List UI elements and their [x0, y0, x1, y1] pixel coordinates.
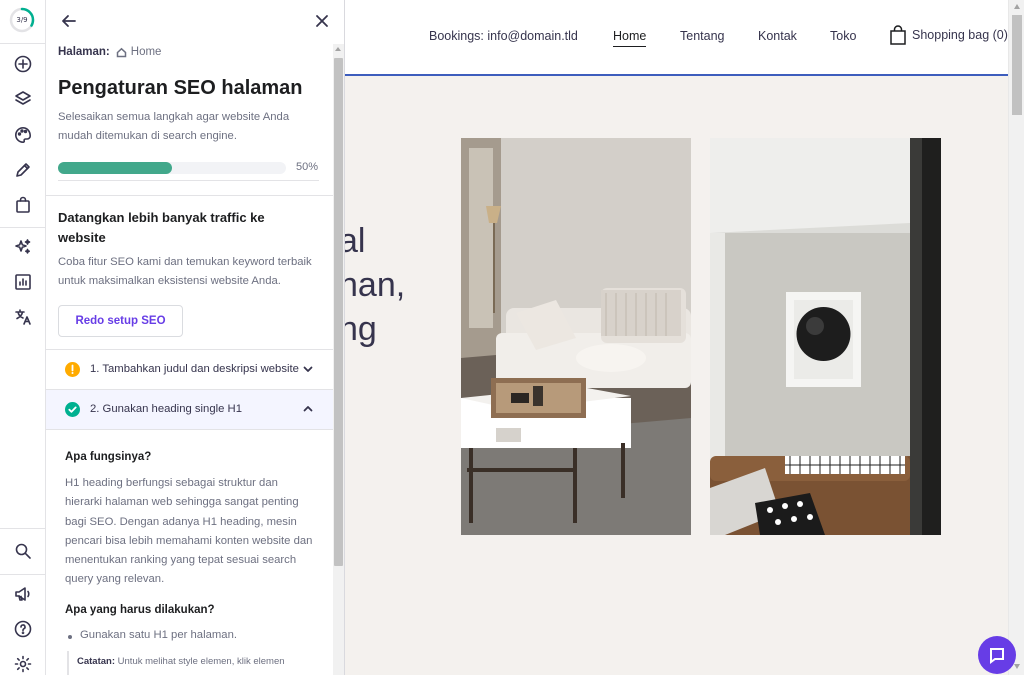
panel-scrollbar[interactable] [333, 44, 344, 675]
help-icon[interactable] [13, 619, 33, 639]
scroll-up-arrow-icon[interactable] [1014, 4, 1020, 9]
chevron-down-icon [302, 363, 314, 375]
translate-icon[interactable] [13, 307, 33, 327]
step-label: 2. Gunakan heading single H1 [90, 403, 242, 415]
todo-text: Gunakan satu H1 per halaman. [80, 629, 237, 641]
nav-shop[interactable]: Toko [830, 29, 856, 43]
nav-about[interactable]: Tentang [680, 29, 724, 43]
what-description: H1 heading berfungsi sebagai struktur da… [65, 477, 313, 586]
pencil-icon[interactable] [13, 160, 33, 180]
divider [0, 574, 45, 575]
seo-settings-panel: Halaman: Home Pengaturan SEO halaman Sel… [46, 0, 345, 675]
bullet-dot [68, 635, 72, 639]
ai-sparkle-icon[interactable] [13, 237, 33, 257]
megaphone-icon[interactable] [13, 584, 33, 604]
scroll-down-arrow-icon[interactable] [1014, 664, 1020, 669]
palette-icon[interactable] [13, 125, 33, 145]
nav-contact[interactable]: Kontak [758, 29, 797, 43]
close-icon[interactable] [312, 11, 332, 31]
back-arrow-icon[interactable] [59, 11, 79, 31]
panel-title: Pengaturan SEO halaman [58, 77, 303, 99]
breadcrumb: Halaman: Home [58, 46, 161, 58]
scroll-up-arrow-icon[interactable] [335, 47, 341, 51]
site-header: Bookings: info@domain.tld Home Tentang K… [345, 0, 1008, 76]
page-scrollbar-thumb[interactable] [1012, 15, 1022, 115]
redo-seo-setup-button[interactable]: Redo setup SEO [58, 305, 183, 337]
seo-progress-percent: 50% [296, 161, 319, 173]
nav-home[interactable]: Home [613, 29, 647, 47]
search-icon[interactable] [13, 541, 33, 561]
divider [0, 528, 45, 529]
todo-heading: Apa yang harus dilakukan? [65, 604, 215, 616]
check-circle-icon [65, 402, 80, 417]
live-chat-button[interactable] [978, 636, 1016, 674]
step-item-title-description[interactable]: 1. Tambahkan judul dan deskripsi website [46, 350, 333, 390]
note-text: Untuk melihat style elemen, klik elemen [117, 656, 285, 667]
wall-art-photo [710, 138, 941, 535]
note-box: Catatan: Untuk melihat style elemen, kli… [67, 651, 325, 675]
layers-icon[interactable] [13, 89, 33, 109]
page-scrollbar[interactable] [1008, 0, 1024, 675]
step-label: 1. Tambahkan judul dan deskripsi website [90, 363, 299, 375]
warning-icon [65, 362, 80, 377]
progress-ring-label: 3/9 [16, 16, 28, 24]
shopping-bag-label: Shopping bag (0) [912, 28, 1008, 42]
step-item-single-h1[interactable]: 2. Gunakan heading single H1 [46, 390, 333, 430]
editor-sidebar: 3/9 [0, 0, 46, 675]
traffic-description: Coba fitur SEO kami dan temukan keyword … [58, 256, 312, 287]
seo-progress-fill [58, 162, 172, 174]
seo-progress-bar [58, 162, 286, 174]
bag-icon [890, 25, 906, 45]
breadcrumb-page-label: Home [130, 46, 162, 58]
panel-scrollbar-thumb[interactable] [334, 58, 343, 566]
chevron-up-icon [302, 403, 314, 415]
chat-icon [990, 648, 1004, 664]
home-icon [116, 47, 127, 57]
todo-list-item: Gunakan satu H1 per halaman. [68, 629, 237, 641]
living-room-photo [461, 138, 691, 535]
shopping-bag-icon[interactable] [13, 195, 33, 215]
nav-bookings[interactable]: Bookings: info@domain.tld [429, 29, 578, 43]
note-label: Catatan: [77, 656, 116, 667]
breadcrumb-label: Halaman: [58, 46, 110, 58]
settings-icon[interactable] [13, 654, 33, 674]
analytics-icon[interactable] [13, 272, 33, 292]
breadcrumb-page[interactable]: Home [116, 46, 162, 58]
divider [0, 43, 45, 44]
divider [58, 180, 319, 181]
what-heading: Apa fungsinya? [65, 451, 152, 463]
divider [0, 227, 45, 228]
divider [46, 429, 333, 430]
panel-subtitle: Selesaikan semua langkah agar website An… [58, 111, 290, 142]
add-element-icon[interactable] [13, 54, 33, 74]
website-preview: Bookings: info@domain.tld Home Tentang K… [345, 0, 1008, 675]
hero-heading: al nan, ng [345, 222, 406, 348]
shopping-bag-link[interactable]: Shopping bag (0) [890, 25, 1008, 45]
traffic-heading: Datangkan lebih banyak traffic ke websit… [58, 210, 265, 245]
divider [46, 195, 333, 196]
